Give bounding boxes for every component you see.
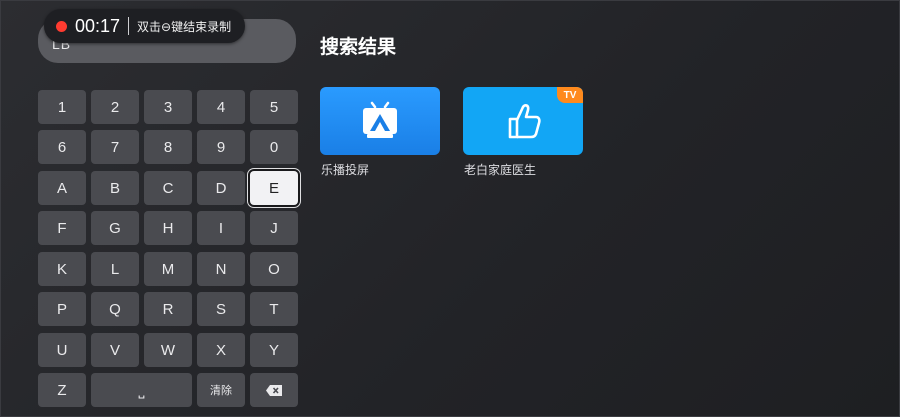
backspace-key[interactable]: [250, 373, 298, 407]
key-n[interactable]: N: [197, 252, 245, 286]
key-3[interactable]: 3: [144, 90, 192, 124]
key-b[interactable]: B: [91, 171, 139, 205]
cast-screen-icon: [363, 101, 397, 138]
key-6[interactable]: 6: [38, 130, 86, 164]
key-c[interactable]: C: [144, 171, 192, 205]
key-l[interactable]: L: [91, 252, 139, 286]
recording-hint: 双击⊖键结束录制: [137, 19, 232, 34]
screen-recording-indicator: 00:17 双击⊖键结束录制: [44, 9, 246, 43]
key-r[interactable]: R: [144, 292, 192, 326]
key-s[interactable]: S: [197, 292, 245, 326]
key-z[interactable]: Z: [38, 373, 86, 407]
thumbs-up-icon: [508, 104, 541, 139]
clear-button[interactable]: 清除: [197, 373, 245, 407]
key-g[interactable]: G: [91, 211, 139, 245]
key-p[interactable]: P: [38, 292, 86, 326]
divider: [128, 17, 130, 35]
key-2[interactable]: 2: [91, 90, 139, 124]
app-card-lebo[interactable]: [320, 87, 440, 155]
app-label-laobai: 老白家庭医生: [464, 163, 537, 177]
results-title: 搜索结果: [320, 37, 397, 58]
key-y[interactable]: Y: [250, 333, 298, 367]
key-d[interactable]: D: [197, 171, 245, 205]
key-q[interactable]: Q: [91, 292, 139, 326]
recording-timer: 00:17: [75, 15, 121, 36]
key-0[interactable]: 0: [250, 130, 298, 164]
key-x[interactable]: X: [197, 333, 245, 367]
key-9[interactable]: 9: [197, 130, 245, 164]
key-7[interactable]: 7: [91, 130, 139, 164]
key-o[interactable]: O: [250, 252, 298, 286]
key-t[interactable]: T: [250, 292, 298, 326]
key-h[interactable]: H: [144, 211, 192, 245]
key-4[interactable]: 4: [197, 90, 245, 124]
record-dot-icon: [56, 20, 67, 32]
key-e[interactable]: E: [250, 171, 298, 205]
key-f[interactable]: F: [38, 211, 86, 245]
key-1[interactable]: 1: [38, 90, 86, 124]
tv-badge: TV: [557, 87, 583, 103]
app-label-lebo: 乐播投屏: [321, 163, 370, 177]
key-a[interactable]: A: [38, 171, 86, 205]
key-u[interactable]: U: [38, 333, 86, 367]
key-8[interactable]: 8: [144, 130, 192, 164]
backspace-icon: [266, 384, 282, 396]
app-card-laobai[interactable]: TV: [463, 87, 583, 155]
key-j[interactable]: J: [250, 211, 298, 245]
key-i[interactable]: I: [197, 211, 245, 245]
key-k[interactable]: K: [38, 252, 86, 286]
key-5[interactable]: 5: [250, 90, 298, 124]
space-key[interactable]: ⎵: [91, 373, 192, 407]
key-w[interactable]: W: [144, 333, 192, 367]
key-v[interactable]: V: [91, 333, 139, 367]
key-m[interactable]: M: [144, 252, 192, 286]
